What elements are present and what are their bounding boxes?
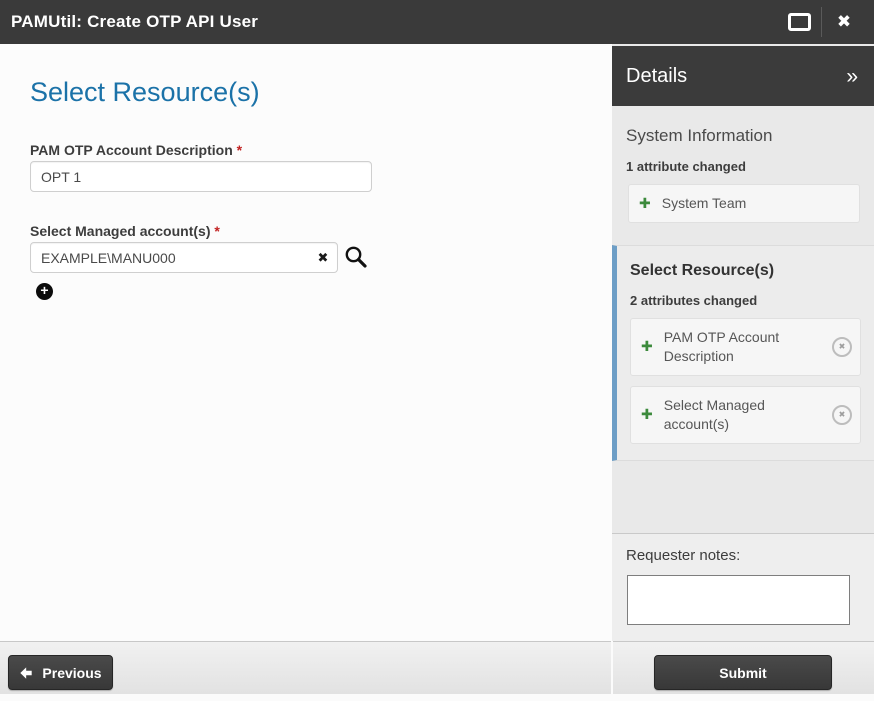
added-attribute-icon: ✚ bbox=[641, 338, 653, 355]
details-header: Details » bbox=[612, 46, 874, 106]
maximize-icon bbox=[788, 13, 811, 31]
field-label-text: Select Managed account(s) bbox=[30, 223, 211, 239]
attribute-label: PAM OTP Account Description bbox=[664, 328, 814, 366]
search-icon[interactable] bbox=[344, 245, 368, 269]
attribute-card-managed-accounts: ✚ Select Managed account(s) ✖ bbox=[630, 386, 861, 444]
bottom-strip bbox=[0, 694, 874, 701]
field-label-pam-otp-description: PAM OTP Account Description * bbox=[30, 142, 242, 158]
clear-input-icon[interactable]: ✖ bbox=[312, 248, 334, 268]
system-information-section: System Information 1 attribute changed ✚… bbox=[612, 106, 874, 223]
requester-notes-area: Requester notes: bbox=[612, 533, 874, 641]
submit-label: Submit bbox=[719, 665, 766, 681]
managed-accounts-input[interactable] bbox=[30, 242, 338, 273]
pamutil-window: PAMUtil: Create OTP API User ✖ Select Re… bbox=[0, 0, 874, 701]
required-asterisk: * bbox=[237, 142, 242, 158]
attribute-card-pam-otp-description: ✚ PAM OTP Account Description ✖ bbox=[630, 318, 861, 376]
arrow-left-icon bbox=[19, 666, 33, 680]
attribute-label: System Team bbox=[662, 194, 812, 213]
required-asterisk: * bbox=[214, 223, 219, 239]
pam-otp-description-input[interactable] bbox=[30, 161, 372, 192]
previous-button[interactable]: Previous bbox=[8, 655, 113, 690]
collapse-chevron-icon[interactable]: » bbox=[846, 66, 858, 87]
titlebar-actions: ✖ bbox=[777, 0, 866, 44]
field-label-text: PAM OTP Account Description bbox=[30, 142, 233, 158]
footer-left: Previous bbox=[0, 641, 611, 694]
section-title: System Information bbox=[612, 106, 874, 146]
added-attribute-icon: ✚ bbox=[641, 406, 653, 423]
details-title: Details bbox=[626, 65, 687, 88]
close-icon: ✖ bbox=[837, 12, 851, 32]
previous-label: Previous bbox=[42, 665, 101, 681]
titlebar: PAMUtil: Create OTP API User ✖ bbox=[0, 0, 874, 44]
revert-attribute-icon[interactable]: ✖ bbox=[832, 405, 852, 425]
attribute-label: Select Managed account(s) bbox=[664, 396, 814, 434]
window-title: PAMUtil: Create OTP API User bbox=[0, 12, 258, 32]
attributes-changed-note: 2 attributes changed bbox=[617, 280, 874, 308]
footer-right: Submit bbox=[613, 641, 874, 694]
maximize-button[interactable] bbox=[777, 0, 821, 44]
added-attribute-icon: ✚ bbox=[639, 195, 651, 212]
footer-divider bbox=[611, 641, 613, 694]
section-title: Select Resource(s) bbox=[617, 246, 874, 280]
requester-notes-label: Requester notes: bbox=[612, 534, 874, 564]
revert-glyph: ✖ bbox=[839, 342, 846, 351]
details-sidebar: Details » System Information 1 attribute… bbox=[612, 44, 874, 641]
main-panel: Select Resource(s) PAM OTP Account Descr… bbox=[0, 44, 612, 641]
page-title: Select Resource(s) bbox=[30, 77, 260, 108]
select-resources-section: Select Resource(s) 2 attributes changed … bbox=[612, 245, 874, 461]
close-button[interactable]: ✖ bbox=[822, 0, 866, 44]
submit-button[interactable]: Submit bbox=[654, 655, 832, 690]
attributes-changed-note: 1 attribute changed bbox=[612, 146, 874, 174]
requester-notes-textarea[interactable] bbox=[627, 575, 850, 625]
revert-attribute-icon[interactable]: ✖ bbox=[832, 337, 852, 357]
attribute-card-system-team: ✚ System Team bbox=[628, 184, 860, 223]
revert-glyph: ✖ bbox=[839, 410, 846, 419]
field-label-managed-accounts: Select Managed account(s) * bbox=[30, 223, 220, 239]
add-account-icon[interactable]: + bbox=[36, 283, 53, 300]
